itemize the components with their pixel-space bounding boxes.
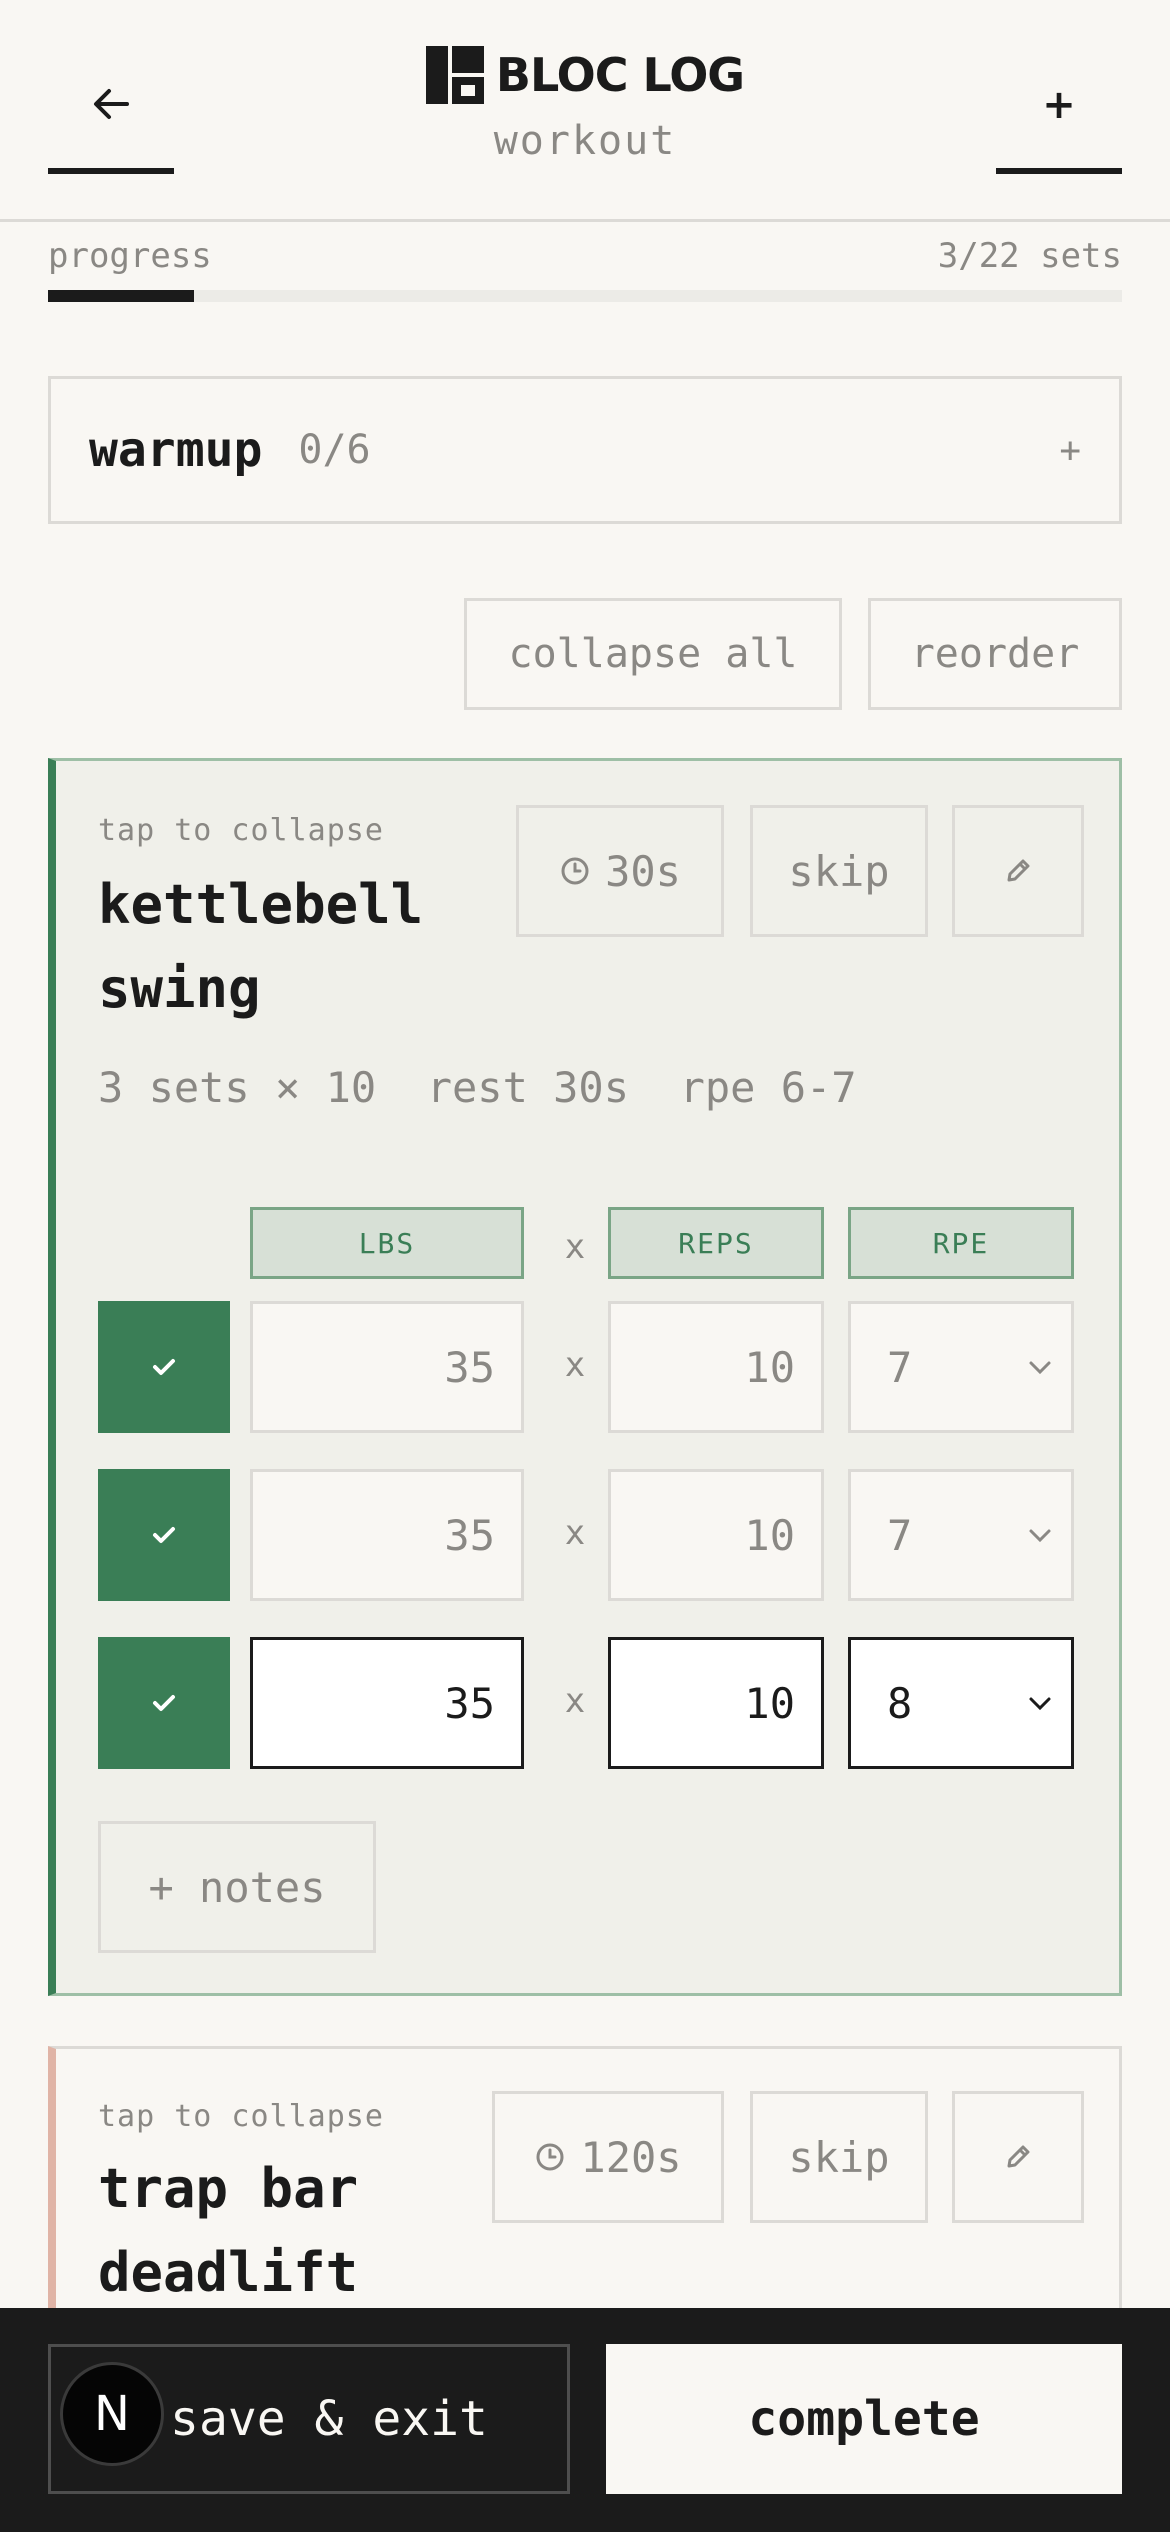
- warmup-section[interactable]: warmup 0/6 +: [48, 376, 1122, 524]
- rpe-value: 7: [887, 1342, 913, 1392]
- brand-name: BLOC LOG: [495, 48, 745, 102]
- check-icon: [153, 1695, 175, 1711]
- column-header-weight: LBS: [250, 1207, 524, 1279]
- rest-timer-button[interactable]: 120s: [492, 2091, 724, 2223]
- brand-logo: BLOC LOG: [0, 46, 1170, 104]
- rpe-value: 8: [887, 1678, 913, 1728]
- rest-timer-label: 120s: [580, 2132, 682, 2182]
- clock-icon: [561, 857, 589, 885]
- check-icon: [153, 1527, 175, 1543]
- tap-to-collapse-hint: tap to collapse: [98, 813, 384, 848]
- plus-icon: +: [1042, 82, 1076, 128]
- rest-timer-label: 30s: [605, 846, 681, 896]
- collapse-all-button[interactable]: collapse all: [464, 598, 842, 710]
- check-icon: [153, 1359, 175, 1375]
- complete-button[interactable]: complete: [606, 2344, 1122, 2494]
- add-notes-button[interactable]: + notes: [98, 1821, 376, 1953]
- progress-label: progress: [48, 236, 212, 276]
- progress-bar: [48, 290, 1122, 302]
- weight-input[interactable]: 35: [250, 1301, 524, 1433]
- app-header: BLOC LOG workout +: [0, 0, 1170, 222]
- warmup-count: 0/6: [298, 427, 371, 473]
- dev-badge[interactable]: N: [60, 2362, 164, 2466]
- expand-plus-icon[interactable]: +: [1059, 430, 1081, 471]
- rest-timer-button[interactable]: 30s: [516, 805, 724, 937]
- rpe-value: 7: [887, 1510, 913, 1560]
- clock-icon: [536, 2143, 564, 2171]
- chevron-down-icon: [1029, 1361, 1051, 1375]
- set-complete-checkbox[interactable]: [98, 1301, 230, 1433]
- set-complete-checkbox[interactable]: [98, 1469, 230, 1601]
- edit-button[interactable]: [952, 2091, 1084, 2223]
- add-button[interactable]: +: [996, 62, 1122, 174]
- weight-input[interactable]: 35: [250, 1637, 524, 1769]
- set-complete-checkbox[interactable]: [98, 1637, 230, 1769]
- page-subtitle: workout: [493, 118, 677, 164]
- times-mark: x: [564, 1513, 586, 1553]
- pencil-icon: [1007, 859, 1030, 882]
- exercise-title: kettlebell swing: [98, 873, 424, 1020]
- weight-input[interactable]: 35: [250, 1469, 524, 1601]
- reps-input[interactable]: 10: [608, 1469, 824, 1601]
- exercise-title: trap bar deadlift: [98, 2157, 359, 2304]
- rpe-select[interactable]: 7: [848, 1301, 1074, 1433]
- reps-input[interactable]: 10: [608, 1301, 824, 1433]
- chevron-down-icon: [1029, 1529, 1051, 1543]
- skip-button[interactable]: skip: [750, 805, 928, 937]
- edit-button[interactable]: [952, 805, 1084, 937]
- exercise-card[interactable]: tap to collapse kettlebell swing 30s ski…: [48, 758, 1122, 1996]
- rpe-select[interactable]: 8: [848, 1637, 1074, 1769]
- times-mark: x: [564, 1345, 586, 1385]
- progress-count: 3/22 sets: [937, 236, 1122, 276]
- footer-bar: save & exit complete N: [0, 2308, 1170, 2532]
- column-header-reps: REPS: [608, 1207, 824, 1279]
- chevron-down-icon: [1029, 1697, 1051, 1711]
- column-header-x: x: [564, 1227, 586, 1267]
- times-mark: x: [564, 1681, 586, 1721]
- pencil-icon: [1007, 2145, 1030, 2168]
- reorder-button[interactable]: reorder: [868, 598, 1122, 710]
- exercise-meta: 3 sets × 10 rest 30s rpe 6-7: [98, 1063, 857, 1112]
- column-header-rpe: RPE: [848, 1207, 1074, 1279]
- warmup-title: warmup: [89, 422, 263, 478]
- exercise-card[interactable]: tap to collapse trap bar deadlift 120s s…: [48, 2046, 1122, 2346]
- skip-button[interactable]: skip: [750, 2091, 928, 2223]
- tap-to-collapse-hint: tap to collapse: [98, 2099, 384, 2134]
- progress-bar-fill: [48, 290, 195, 302]
- rpe-select[interactable]: 7: [848, 1469, 1074, 1601]
- reps-input[interactable]: 10: [608, 1637, 824, 1769]
- bloc-logo-icon: [425, 46, 484, 104]
